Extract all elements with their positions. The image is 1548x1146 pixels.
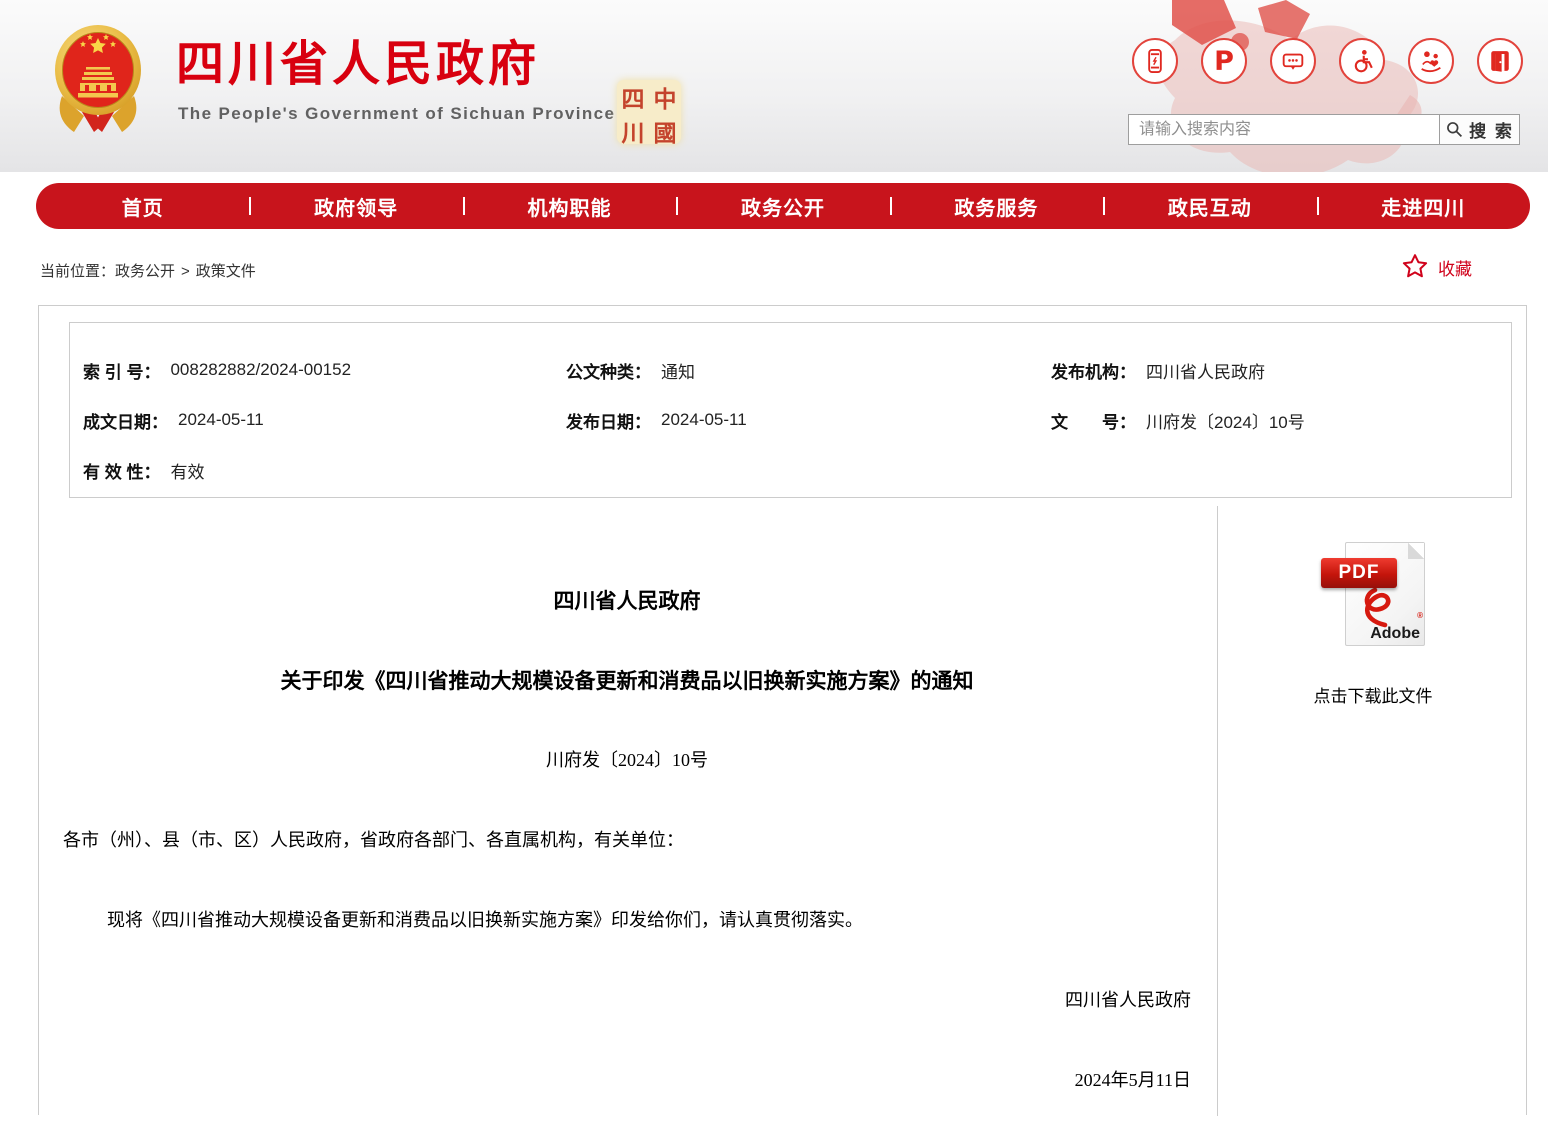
login-door-icon[interactable] [1477, 38, 1523, 84]
download-file-link[interactable]: 点击下载此文件 [1314, 682, 1433, 707]
mobile-app-icon[interactable] [1132, 38, 1178, 84]
nav-label: 政府领导 [314, 197, 399, 220]
registered-mark: ® [1417, 611, 1423, 620]
nav-label: 首页 [121, 197, 164, 220]
pdf-banner: PDF [1321, 558, 1397, 588]
media-platform-icon[interactable]: P [1201, 38, 1247, 84]
page: { "colors":{"nav_red":"#c8141c","brand_r… [0, 0, 1548, 1116]
document-meta-table: 索 引 号： 008282882/2024-00152 公文种类： 通知 发布机… [69, 322, 1512, 498]
meta-value: 通知 [661, 362, 695, 382]
meta-label: 文 号： [1051, 412, 1136, 432]
nav-item-functions[interactable]: 机构职能 [462, 183, 676, 229]
national-emblem-logo [55, 25, 141, 132]
seal-char: 四 [621, 87, 645, 112]
sichuan-map-watermark [1158, 0, 1422, 172]
nav-item-about-sichuan[interactable]: 走进四川 [1316, 183, 1530, 229]
document-signature: 四川省人民政府 [1065, 990, 1191, 1010]
accessibility-icon[interactable] [1339, 38, 1385, 84]
search-button-label: 搜 索 [1469, 122, 1514, 141]
nav-item-home[interactable]: 首页 [36, 183, 249, 229]
meta-label: 发布日期： [566, 412, 651, 432]
seal-char: 中 [653, 87, 677, 112]
meta-label: 成文日期： [83, 412, 168, 432]
seal-char: 川 [621, 121, 645, 146]
meta-empty-cell [566, 445, 1051, 495]
document-body: 四川省人民政府 关于印发《四川省推动大规模设备更新和消费品以旧换新实施方案》的通… [63, 506, 1191, 1146]
document-date: 2024年5月11日 [1074, 1070, 1191, 1090]
document-salutation: 各市（州）、县（市、区）人民政府，省政府各部门、各直属机构，有关单位： [63, 830, 684, 850]
meta-value: 2024-05-11 [178, 410, 264, 429]
search-input[interactable] [1128, 114, 1440, 145]
meta-issuing-agency: 发布机构： 四川省人民政府 [1051, 345, 1511, 395]
content-wrapper: 索 引 号： 008282882/2024-00152 公文种类： 通知 发布机… [38, 305, 1528, 1116]
meta-doc-type: 公文种类： 通知 [566, 345, 1051, 395]
nav-label: 机构职能 [527, 197, 612, 220]
main-nav: 首页 政府领导 机构职能 政务公开 政务服务 政民互动 走进四川 [36, 183, 1530, 229]
page-header: 四川省人民政府 The People's Government of Sichu… [0, 0, 1548, 172]
meta-value: 四川省人民政府 [1146, 362, 1265, 382]
nav-label: 走进四川 [1381, 197, 1466, 220]
nav-label: 政务服务 [954, 197, 1039, 220]
meta-label: 有 效 性： [83, 462, 161, 482]
meta-validity: 有 效 性： 有效 [83, 445, 566, 495]
sichuan-seal-stamp: 四 中 川 國 [617, 80, 681, 146]
favorite-button[interactable]: 收藏 [1400, 252, 1472, 282]
favorite-label: 收藏 [1438, 259, 1472, 279]
document-org-title: 四川省人民政府 [553, 589, 701, 613]
breadcrumb-prefix: 当前位置： [40, 263, 116, 280]
adobe-brand-label: Adobe [1370, 625, 1420, 642]
document-number: 川府发〔2024〕10号 [546, 750, 708, 770]
breadcrumb-link-gov-info[interactable]: 政务公开 [115, 263, 175, 280]
p-glyph: P [1214, 45, 1234, 77]
meta-value: 川府发〔2024〕10号 [1146, 412, 1305, 432]
meta-label: 索 引 号： [83, 362, 161, 382]
meta-empty-cell [1051, 445, 1511, 495]
meta-label: 公文种类： [566, 362, 651, 382]
meta-doc-number: 文 号： 川府发〔2024〕10号 [1051, 395, 1511, 445]
nav-item-gov-services[interactable]: 政务服务 [889, 183, 1103, 229]
document-title: 关于印发《四川省推动大规模设备更新和消费品以旧换新实施方案》的通知 [280, 669, 974, 693]
attachment-sidebar: ® PDF Adobe 点击下载此文件 [1218, 506, 1528, 707]
meta-value: 008282882/2024-00152 [170, 360, 352, 379]
meta-index-number: 索 引 号： 008282882/2024-00152 [83, 345, 566, 395]
meta-value: 有效 [170, 462, 205, 482]
breadcrumb-separator: > [181, 263, 190, 280]
acrobat-swoosh-icon [1364, 587, 1391, 628]
message-board-icon[interactable] [1270, 38, 1316, 84]
meta-written-date: 成文日期： 2024-05-11 [83, 395, 566, 445]
nav-label: 政民互动 [1167, 197, 1252, 220]
nav-label: 政务公开 [740, 197, 825, 220]
breadcrumb-link-policy-docs[interactable]: 政策文件 [196, 263, 256, 280]
pdf-fold-corner [1408, 543, 1424, 559]
seal-char: 國 [653, 121, 677, 146]
star-icon [1402, 254, 1428, 278]
breadcrumb: 当前位置：政务公开 > 政策文件 [40, 260, 256, 281]
meta-publish-date: 发布日期： 2024-05-11 [566, 395, 1051, 445]
nav-item-gov-info[interactable]: 政务公开 [676, 183, 889, 229]
search-icon [1447, 122, 1463, 138]
site-subtitle-english: The People's Government of Sichuan Provi… [178, 104, 616, 123]
site-title: 四川省人民政府 [176, 38, 541, 91]
nav-item-interaction[interactable]: 政民互动 [1103, 183, 1316, 229]
nav-item-gov-leaders[interactable]: 政府领导 [249, 183, 462, 229]
meta-label: 发布机构： [1051, 362, 1136, 382]
pdf-file-icon[interactable]: ® PDF Adobe [1321, 542, 1425, 648]
search-button[interactable]: 搜 索 [1439, 114, 1520, 145]
document-paragraph: 现将《四川省推动大规模设备更新和消费品以旧换新实施方案》印发给你们，请认真贯彻落… [107, 910, 863, 930]
care-version-icon[interactable] [1408, 38, 1454, 84]
meta-value: 2024-05-11 [661, 410, 747, 429]
